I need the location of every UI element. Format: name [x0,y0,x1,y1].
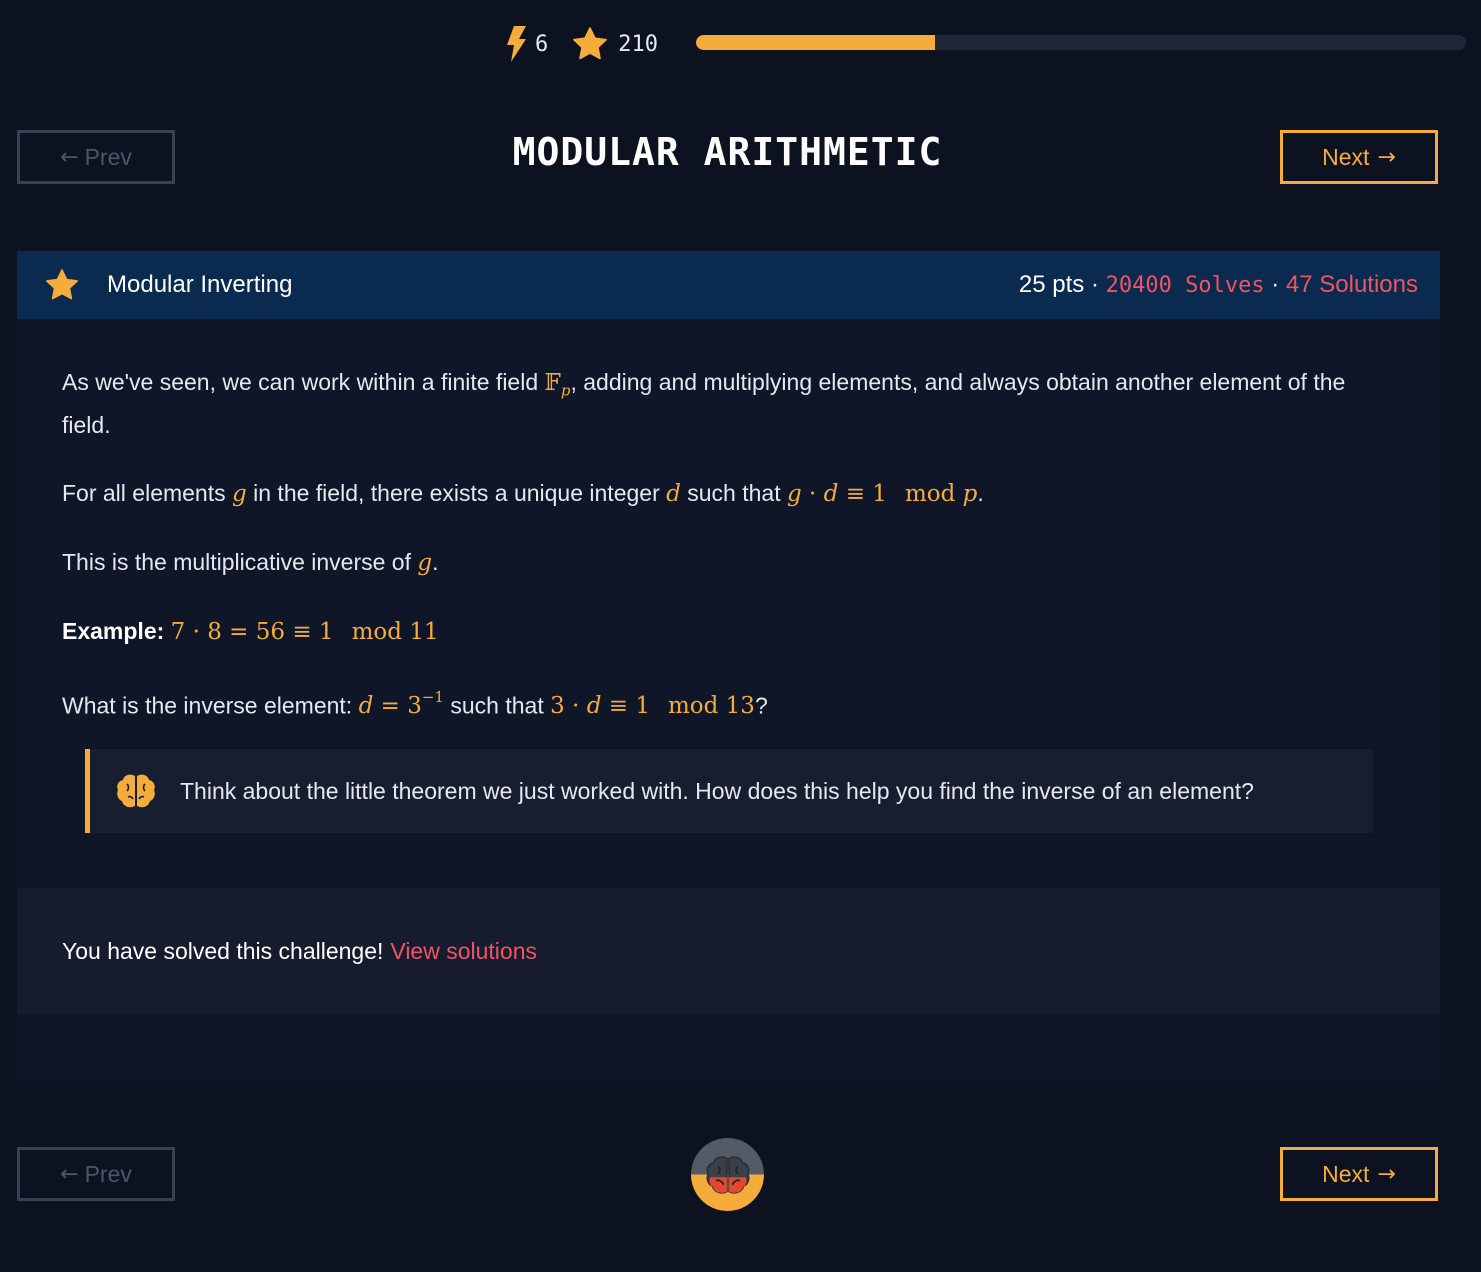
challenge-title: Modular Inverting [107,271,293,298]
stats-bar: 6 210 [505,20,658,68]
math-example: 7 · 8 = 56 ≡ 1 mod 11 [170,618,439,645]
progress-bar [696,35,1466,50]
score-count: 210 [618,31,658,57]
text: . [977,479,984,506]
paragraph-example: Example: 7 · 8 = 56 ≡ 1 mod 11 [62,614,1395,649]
solves-link[interactable]: 20400 Solves [1106,273,1265,298]
math-g: g [232,480,247,507]
next-button-top[interactable]: Next → [1280,130,1438,184]
text: What is the inverse element: [62,692,359,719]
math-inverse: d = 3−1 [358,687,444,720]
solutions-link[interactable]: 47 Solutions [1286,271,1418,298]
challenge-points: 25 pts [1018,271,1085,298]
score-stat: 210 [572,27,658,61]
hint-text: Think about the little theorem we just w… [180,777,1254,804]
text: such that [680,479,787,506]
challenge-description: As we've seen, we can work within a fini… [17,319,1440,723]
view-solutions-link[interactable]: View solutions [390,938,537,965]
math-field: 𝔽p [544,370,571,400]
text: For all elements [62,479,233,506]
progress-bar-fill [696,35,935,50]
prev-label: Prev [84,1160,132,1187]
challenge-header: Modular Inverting 25 pts · 20400 Solves … [17,251,1440,319]
math-congruence: g · d ≡ 1 mod p [786,480,978,507]
streak-count: 6 [535,31,549,57]
discuss-brain-button[interactable] [691,1138,764,1211]
meta-separator: · [1084,271,1106,298]
arrow-right-icon: → [1377,1161,1396,1187]
example-label: Example: [62,617,165,644]
challenge-meta: 25 pts · 20400 Solves · 47 Solutions [1019,271,1418,299]
arrow-left-icon: ← [60,1161,79,1187]
paragraph-question: What is the inverse element: d = 3−1 suc… [62,683,1395,724]
text: As we've seen, we can work within a fini… [62,369,545,395]
prev-button-bottom[interactable]: ← Prev [17,1147,175,1201]
solved-banner: You have solved this challenge! View sol… [17,888,1440,1014]
paragraph-multiplicative: This is the multiplicative inverse of g. [62,545,1395,580]
text: This is the multiplicative inverse of [62,548,418,575]
math-question-congruence: 3 · d ≡ 1 mod 13 [550,693,755,720]
streak-stat: 6 [505,26,548,62]
paragraph-field: As we've seen, we can work within a fini… [62,365,1395,442]
challenge-card: Modular Inverting 25 pts · 20400 Solves … [17,251,1440,1080]
star-icon [46,269,78,300]
solved-text: You have solved this challenge! [62,937,384,964]
page-title: MODULAR ARITHMETIC [512,130,943,174]
star-icon [573,27,608,60]
math-g: g [417,549,433,576]
brain-icon [117,774,155,808]
text: . [432,548,439,575]
text: such that [443,692,551,719]
paragraph-inverse-def: For all elements g in the field, there e… [62,476,1395,511]
math-d: d [666,480,681,507]
next-button-bottom[interactable]: Next → [1280,1147,1438,1201]
next-label: Next [1322,1160,1370,1187]
text: in the field, there exists a unique inte… [246,479,667,506]
text: ? [754,692,768,719]
lightning-bolt-icon [507,26,526,62]
meta-separator: · [1264,271,1286,298]
brain-icon [706,1155,749,1194]
hint-box: Think about the little theorem we just w… [85,749,1373,833]
next-label: Next [1322,143,1370,170]
arrow-right-icon: → [1377,144,1396,170]
